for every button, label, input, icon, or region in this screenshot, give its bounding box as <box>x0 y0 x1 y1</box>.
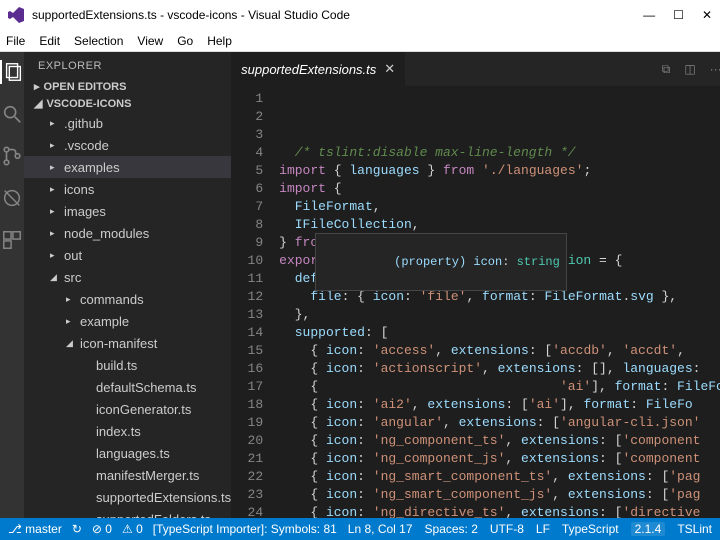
tree-item[interactable]: ▸.github <box>24 112 231 134</box>
tree-item[interactable]: defaultSchema.ts <box>24 376 231 398</box>
file-tree: ▸.github▸.vscode▸examples▸icons▸images▸n… <box>24 112 231 518</box>
tree-item[interactable]: ▸images <box>24 200 231 222</box>
menu-go[interactable]: Go <box>177 34 193 48</box>
menu-edit[interactable]: Edit <box>39 34 60 48</box>
warnings-count[interactable]: ⚠ 0 <box>122 522 143 536</box>
menu-selection[interactable]: Selection <box>74 34 123 48</box>
menu-help[interactable]: Help <box>207 34 232 48</box>
ts-version[interactable]: 2.1.4 <box>631 522 666 536</box>
errors-count[interactable]: ⊘ 0 <box>92 522 112 536</box>
tab-supported-extensions[interactable]: supportedExtensions.ts ✕ <box>231 52 405 86</box>
cursor-position[interactable]: Ln 8, Col 17 <box>348 522 413 536</box>
vs-logo-icon <box>8 7 24 23</box>
ts-importer-status[interactable]: [TypeScript Importer]: Symbols: 81 <box>153 522 337 536</box>
line-gutter: 1234567891011121314151617181920212223242… <box>231 86 273 518</box>
tree-item[interactable]: ◢src <box>24 266 231 288</box>
tree-item[interactable]: supportedFolders.ts <box>24 508 231 518</box>
git-branch[interactable]: ⎇ master <box>8 522 62 536</box>
tree-item[interactable]: ▸.vscode <box>24 134 231 156</box>
menubar: File Edit Selection View Go Help <box>0 30 720 52</box>
extensions-icon[interactable] <box>0 228 24 252</box>
status-bar: ⎇ master ↻ ⊘ 0 ⚠ 0 [TypeScript Importer]… <box>0 518 720 540</box>
debug-icon[interactable] <box>0 186 24 210</box>
tslint-status[interactable]: TSLint <box>677 522 712 536</box>
editor-area: supportedExtensions.ts ✕ ⧉ ◫ ··· 1234567… <box>231 52 720 518</box>
activity-bar <box>0 52 24 518</box>
close-icon[interactable]: ✕ <box>702 8 712 22</box>
hover-tooltip: (property) icon: string <box>315 233 567 291</box>
menu-file[interactable]: File <box>6 34 25 48</box>
tree-item[interactable]: ▸icons <box>24 178 231 200</box>
tree-item[interactable]: manifestMerger.ts <box>24 464 231 486</box>
editor-tabs: supportedExtensions.ts ✕ ⧉ ◫ ··· <box>231 52 720 86</box>
sidebar: EXPLORER ▸OPEN EDITORS ◢VSCODE-ICONS ▸.g… <box>24 52 231 518</box>
code-editor[interactable]: 1234567891011121314151617181920212223242… <box>231 86 720 518</box>
tab-close-icon[interactable]: ✕ <box>384 61 395 77</box>
project-section[interactable]: ◢VSCODE-ICONS <box>24 95 231 112</box>
explorer-icon[interactable] <box>0 60 24 84</box>
menu-view[interactable]: View <box>137 34 163 48</box>
tree-item[interactable]: ▸examples <box>24 156 231 178</box>
tree-item[interactable]: ▸example <box>24 310 231 332</box>
tree-item[interactable]: supportedExtensions.ts <box>24 486 231 508</box>
window-title: supportedExtensions.ts - vscode-icons - … <box>32 8 643 22</box>
compare-icon[interactable]: ⧉ <box>662 62 671 77</box>
code-content[interactable]: (property) icon: string /* tslint:disabl… <box>273 86 720 518</box>
source-control-icon[interactable] <box>0 144 24 168</box>
language-mode[interactable]: TypeScript <box>562 522 619 536</box>
split-icon[interactable]: ◫ <box>684 62 695 76</box>
tree-item[interactable]: iconGenerator.ts <box>24 398 231 420</box>
tree-item[interactable]: ▸node_modules <box>24 222 231 244</box>
git-sync-icon[interactable]: ↻ <box>72 522 82 536</box>
tree-item[interactable]: build.ts <box>24 354 231 376</box>
tree-item[interactable]: ▸commands <box>24 288 231 310</box>
tab-label: supportedExtensions.ts <box>241 62 376 77</box>
tree-item[interactable]: index.ts <box>24 420 231 442</box>
tree-item[interactable]: ▸out <box>24 244 231 266</box>
titlebar: supportedExtensions.ts - vscode-icons - … <box>0 0 720 30</box>
indent-status[interactable]: Spaces: 2 <box>425 522 478 536</box>
open-editors-section[interactable]: ▸OPEN EDITORS <box>24 78 231 95</box>
encoding-status[interactable]: UTF-8 <box>490 522 524 536</box>
more-icon[interactable]: ··· <box>710 62 720 76</box>
tree-item[interactable]: languages.ts <box>24 442 231 464</box>
sidebar-title: EXPLORER <box>24 52 231 78</box>
minimize-icon[interactable]: — <box>643 8 655 22</box>
eol-status[interactable]: LF <box>536 522 550 536</box>
maximize-icon[interactable]: ☐ <box>673 8 684 22</box>
tree-item[interactable]: ◢icon-manifest <box>24 332 231 354</box>
search-icon[interactable] <box>0 102 24 126</box>
